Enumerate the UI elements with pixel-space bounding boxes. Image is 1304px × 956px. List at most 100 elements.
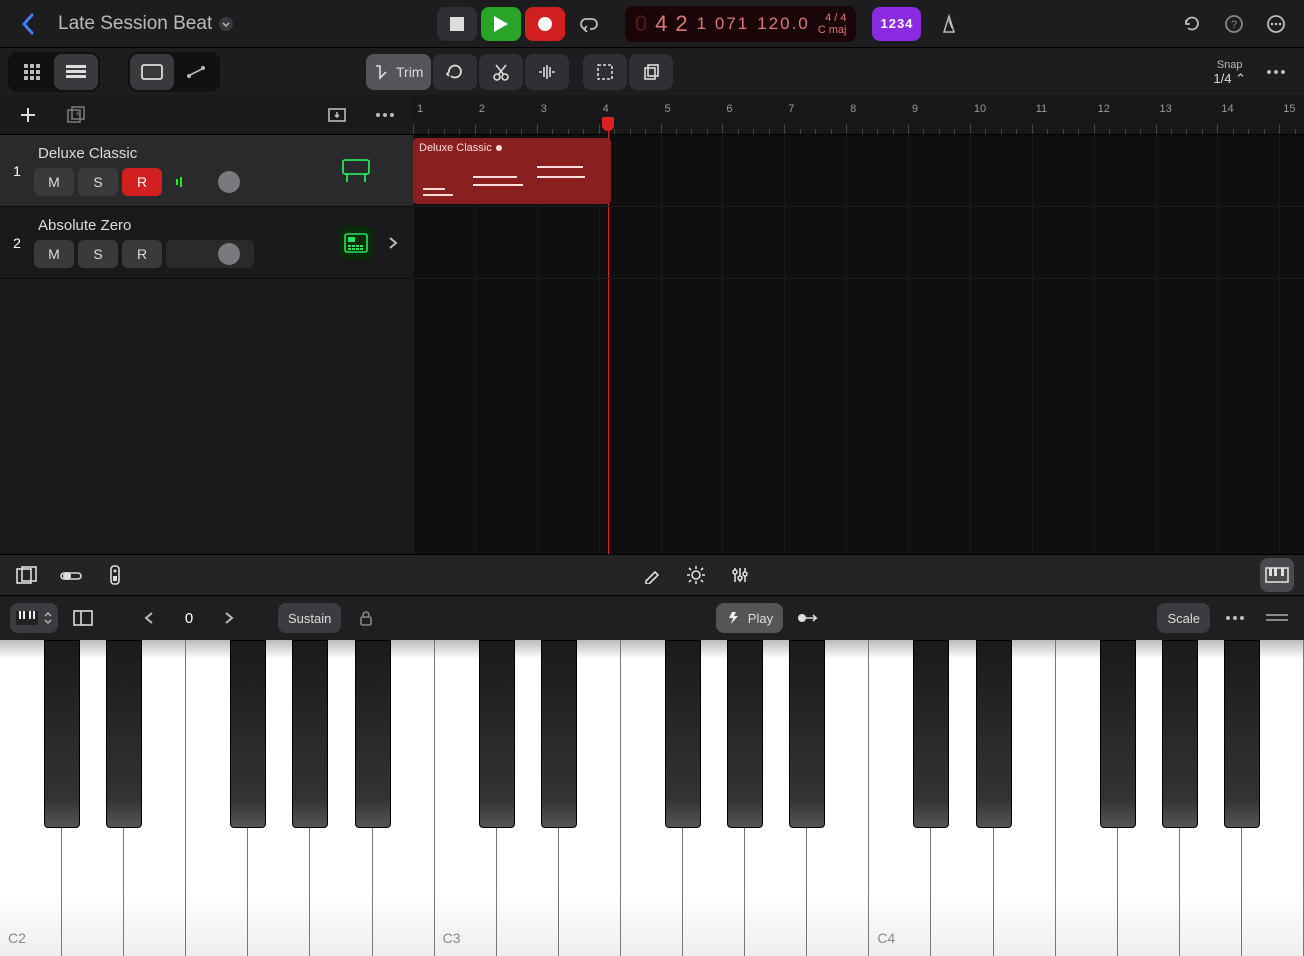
volume-slider[interactable] <box>166 240 254 268</box>
key-label: C4 <box>877 930 895 946</box>
region-view-button[interactable] <box>130 54 174 90</box>
sustain-button[interactable]: Sustain <box>278 603 341 633</box>
midi-region[interactable]: Deluxe Classic <box>413 138 611 204</box>
ruler-number: 11 <box>1036 103 1047 115</box>
play-button[interactable] <box>481 7 521 41</box>
automation-view-button[interactable] <box>174 54 218 90</box>
help-button[interactable]: ? <box>1214 4 1254 44</box>
split-keyboard-button[interactable] <box>66 601 100 635</box>
ruler-number: 9 <box>912 103 918 115</box>
keyboard-more-button[interactable] <box>1218 601 1252 635</box>
view-tracks-button[interactable] <box>54 54 98 90</box>
marquee-tool-button[interactable] <box>583 54 627 90</box>
volume-slider[interactable] <box>166 168 254 196</box>
copy-tool-button[interactable] <box>629 54 673 90</box>
scale-button[interactable]: Scale <box>1157 603 1210 633</box>
stop-button[interactable] <box>437 7 477 41</box>
count-in-button[interactable]: 1234 <box>872 7 921 41</box>
ruler-number: 2 <box>479 103 485 115</box>
track-name[interactable]: Absolute Zero <box>38 217 331 234</box>
svg-text:?: ? <box>1231 19 1237 31</box>
black-key[interactable] <box>727 640 763 828</box>
add-track-button[interactable] <box>8 95 48 135</box>
timeline-ruler[interactable]: 123456789101112131415 <box>413 95 1304 135</box>
split-tool-button[interactable] <box>479 54 523 90</box>
track-row[interactable]: 1 Deluxe Classic M S R <box>0 135 413 207</box>
black-key[interactable] <box>789 640 825 828</box>
black-key[interactable] <box>1224 640 1260 828</box>
loop-tool-button[interactable] <box>433 54 477 90</box>
lcd-position: 1 071 <box>697 14 750 34</box>
arpeggiator-button[interactable] <box>679 558 713 592</box>
piano-keyboard[interactable]: C2C3C4 <box>0 640 1304 956</box>
instrument-icon[interactable] <box>339 154 373 188</box>
octave-down-button[interactable] <box>132 601 166 635</box>
black-key[interactable] <box>1100 640 1136 828</box>
record-button[interactable] <box>525 7 565 41</box>
track-row[interactable]: 2 Absolute Zero M S R <box>0 207 413 279</box>
snap-value: 1/4 <box>1213 71 1231 86</box>
drag-handle[interactable] <box>1260 601 1294 635</box>
black-key[interactable] <box>44 640 80 828</box>
stretch-tool-button[interactable] <box>525 54 569 90</box>
lcd-bar-beat: 4 2 <box>655 11 689 37</box>
keyboard-view-button[interactable] <box>1260 558 1294 592</box>
black-key[interactable] <box>479 640 515 828</box>
keyboard-type-button[interactable] <box>10 603 58 633</box>
ruler-number: 1 <box>417 103 423 115</box>
slider-knob[interactable] <box>218 243 240 265</box>
black-key[interactable] <box>1162 640 1198 828</box>
track-more-button[interactable] <box>365 95 405 135</box>
black-key[interactable] <box>913 640 949 828</box>
toolbar-more-button[interactable] <box>1256 52 1296 92</box>
undo-button[interactable] <box>1172 4 1212 44</box>
timeline-row[interactable] <box>413 207 1304 279</box>
black-key[interactable] <box>665 640 701 828</box>
plugin-button[interactable] <box>98 558 132 592</box>
black-key[interactable] <box>976 640 1012 828</box>
octave-up-button[interactable] <box>212 601 246 635</box>
glissando-button[interactable] <box>791 601 825 635</box>
record-enable-button[interactable]: R <box>122 168 162 196</box>
mixer-button[interactable] <box>723 558 757 592</box>
trim-tool-button[interactable]: Trim <box>366 54 431 90</box>
black-key[interactable] <box>106 640 142 828</box>
metronome-button[interactable] <box>929 4 969 44</box>
lock-button[interactable] <box>349 601 383 635</box>
smart-controls-button[interactable] <box>54 558 88 592</box>
cycle-button[interactable] <box>569 7 609 41</box>
trim-label: Trim <box>396 64 423 80</box>
midi-notes-preview <box>419 166 605 198</box>
slider-knob[interactable] <box>218 171 240 193</box>
instrument-icon[interactable] <box>339 226 373 260</box>
ruler-number: 10 <box>974 103 986 115</box>
import-button[interactable] <box>317 95 357 135</box>
edit-button[interactable] <box>635 558 669 592</box>
lcd-display[interactable]: 0 4 2 1 071 120.0 4 / 4 C maj <box>625 6 857 42</box>
black-key[interactable] <box>541 640 577 828</box>
mute-button[interactable]: M <box>34 240 74 268</box>
project-title-text: Late Session Beat <box>58 13 212 35</box>
view-grid-button[interactable] <box>10 54 54 90</box>
svg-text:+: + <box>75 109 81 120</box>
lcd-key: C maj <box>818 24 847 36</box>
solo-button[interactable]: S <box>78 168 118 196</box>
duplicate-track-button[interactable]: + <box>56 95 96 135</box>
back-button[interactable] <box>8 4 48 44</box>
project-title[interactable]: Late Session Beat <box>56 13 234 35</box>
mute-button[interactable]: M <box>34 168 74 196</box>
ruler-number: 5 <box>665 103 671 115</box>
black-key[interactable] <box>292 640 328 828</box>
black-key[interactable] <box>230 640 266 828</box>
timeline-row[interactable]: Deluxe Classic <box>413 135 1304 207</box>
snap-selector[interactable]: Snap 1/4 ⌃ <box>1213 58 1246 86</box>
black-key[interactable] <box>355 640 391 828</box>
play-mode-button[interactable]: Play <box>716 603 783 633</box>
expand-track-button[interactable] <box>381 231 405 255</box>
track-name[interactable]: Deluxe Classic <box>38 145 331 162</box>
more-button[interactable] <box>1256 4 1296 44</box>
library-button[interactable] <box>10 558 44 592</box>
record-enable-button[interactable]: R <box>122 240 162 268</box>
solo-button[interactable]: S <box>78 240 118 268</box>
play-label: Play <box>748 611 773 626</box>
